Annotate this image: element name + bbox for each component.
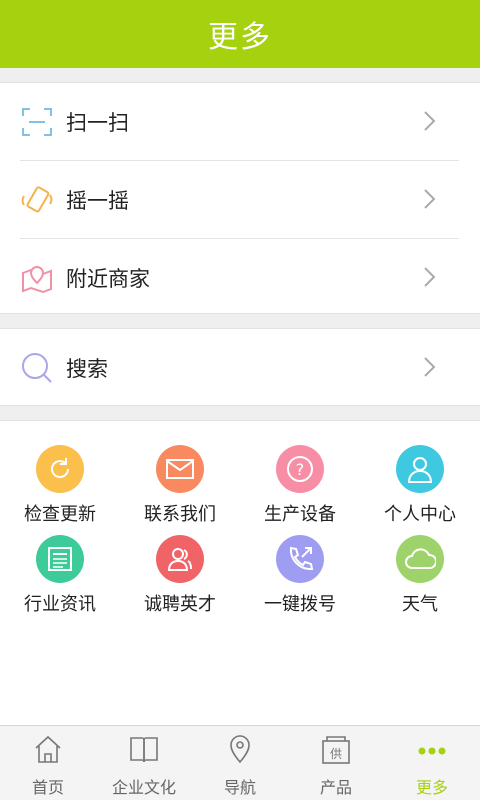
grid-icon-bg xyxy=(276,535,324,583)
grid-icon-bg: ? xyxy=(276,445,324,493)
grid-icon-bg xyxy=(156,535,204,583)
grid-item-contact-us[interactable]: 联系我们 xyxy=(120,445,240,535)
page-title: 更多 xyxy=(208,20,272,55)
search-icon xyxy=(22,353,52,383)
grid-item-label: 诚聘英才 xyxy=(144,594,216,615)
chevron-right-icon xyxy=(424,189,436,209)
people-icon xyxy=(167,548,192,571)
tab-more[interactable]: 更多 xyxy=(384,726,480,800)
svg-text:供: 供 xyxy=(330,747,342,761)
tab-label: 企业文化 xyxy=(111,778,176,797)
grid-icon-bg xyxy=(36,445,84,493)
tab-corporate-culture[interactable]: 企业文化 xyxy=(96,726,192,800)
svg-text:?: ? xyxy=(296,460,305,479)
list-item-shake[interactable]: 摇一摇 xyxy=(0,161,480,238)
chevron-right-icon xyxy=(424,267,436,287)
feature-grid: 检查更新 联系我们 ? 生产设备 个人中心 行业资讯 诚聘英才 一键拨号 天气 xyxy=(0,420,480,725)
location-icon xyxy=(230,735,250,764)
grid-item-label: 联系我们 xyxy=(144,504,216,525)
grid-item-label: 行业资讯 xyxy=(24,594,96,615)
grid-icon-bg xyxy=(396,445,444,493)
question-icon: ? xyxy=(287,456,313,482)
tab-products[interactable]: 供 产品 xyxy=(288,726,384,800)
grid-item-check-update[interactable]: 检查更新 xyxy=(0,445,120,535)
list-item-label: 搜索 xyxy=(66,356,108,381)
tab-navigation[interactable]: 导航 xyxy=(192,726,288,800)
home-icon xyxy=(35,735,61,763)
tab-label: 产品 xyxy=(319,778,352,797)
grid-item-label: 一键拨号 xyxy=(264,594,336,615)
grid-item-label: 个人中心 xyxy=(384,504,456,525)
tab-label: 导航 xyxy=(223,778,256,797)
list-item-label: 扫一扫 xyxy=(66,110,129,135)
list-item-label: 摇一摇 xyxy=(66,188,129,213)
chevron-right-icon xyxy=(424,111,436,131)
cloud-icon xyxy=(405,548,436,569)
header-bar: 更多 xyxy=(0,0,480,68)
list-group-features: 扫一扫 摇一摇 附近商家 xyxy=(0,82,480,314)
grid-item-label: 天气 xyxy=(402,594,438,615)
refresh-icon xyxy=(51,458,70,478)
map-pin-icon xyxy=(22,266,52,294)
bottom-tab-bar: 首页 企业文化 导航 供 产品 更多 xyxy=(0,725,480,800)
grid-icon-bg xyxy=(156,445,204,493)
tab-label: 首页 xyxy=(31,778,64,797)
grid-item-label: 生产设备 xyxy=(264,504,336,525)
list-item-nearby-merchants[interactable]: 附近商家 xyxy=(0,239,480,316)
more-dots-icon xyxy=(418,747,446,755)
product-icon: 供 xyxy=(322,736,350,764)
phone-icon xyxy=(289,546,314,571)
list-group-search: 搜索 xyxy=(0,328,480,406)
mail-icon xyxy=(166,459,194,479)
chevron-right-icon xyxy=(424,357,436,377)
list-item-scan[interactable]: 扫一扫 xyxy=(0,83,480,160)
grid-item-personal-center[interactable]: 个人中心 xyxy=(360,445,480,535)
grid-item-one-key-dial[interactable]: 一键拨号 xyxy=(240,535,360,625)
grid-item-recruitment[interactable]: 诚聘英才 xyxy=(120,535,240,625)
tab-home[interactable]: 首页 xyxy=(0,726,96,800)
news-icon xyxy=(48,547,72,571)
grid-icon-bg xyxy=(36,535,84,583)
book-icon xyxy=(130,737,158,763)
grid-icon-bg xyxy=(396,535,444,583)
grid-item-weather[interactable]: 天气 xyxy=(360,535,480,625)
grid-item-label: 检查更新 xyxy=(24,504,96,525)
list-item-search[interactable]: 搜索 xyxy=(0,329,480,406)
grid-item-industry-news[interactable]: 行业资讯 xyxy=(0,535,120,625)
shake-phone-icon xyxy=(21,186,53,213)
grid-item-production-equipment[interactable]: ? 生产设备 xyxy=(240,445,360,535)
list-item-label: 附近商家 xyxy=(66,266,150,291)
scan-icon xyxy=(22,108,52,136)
tab-label: 更多 xyxy=(415,778,448,797)
user-icon xyxy=(407,457,433,483)
